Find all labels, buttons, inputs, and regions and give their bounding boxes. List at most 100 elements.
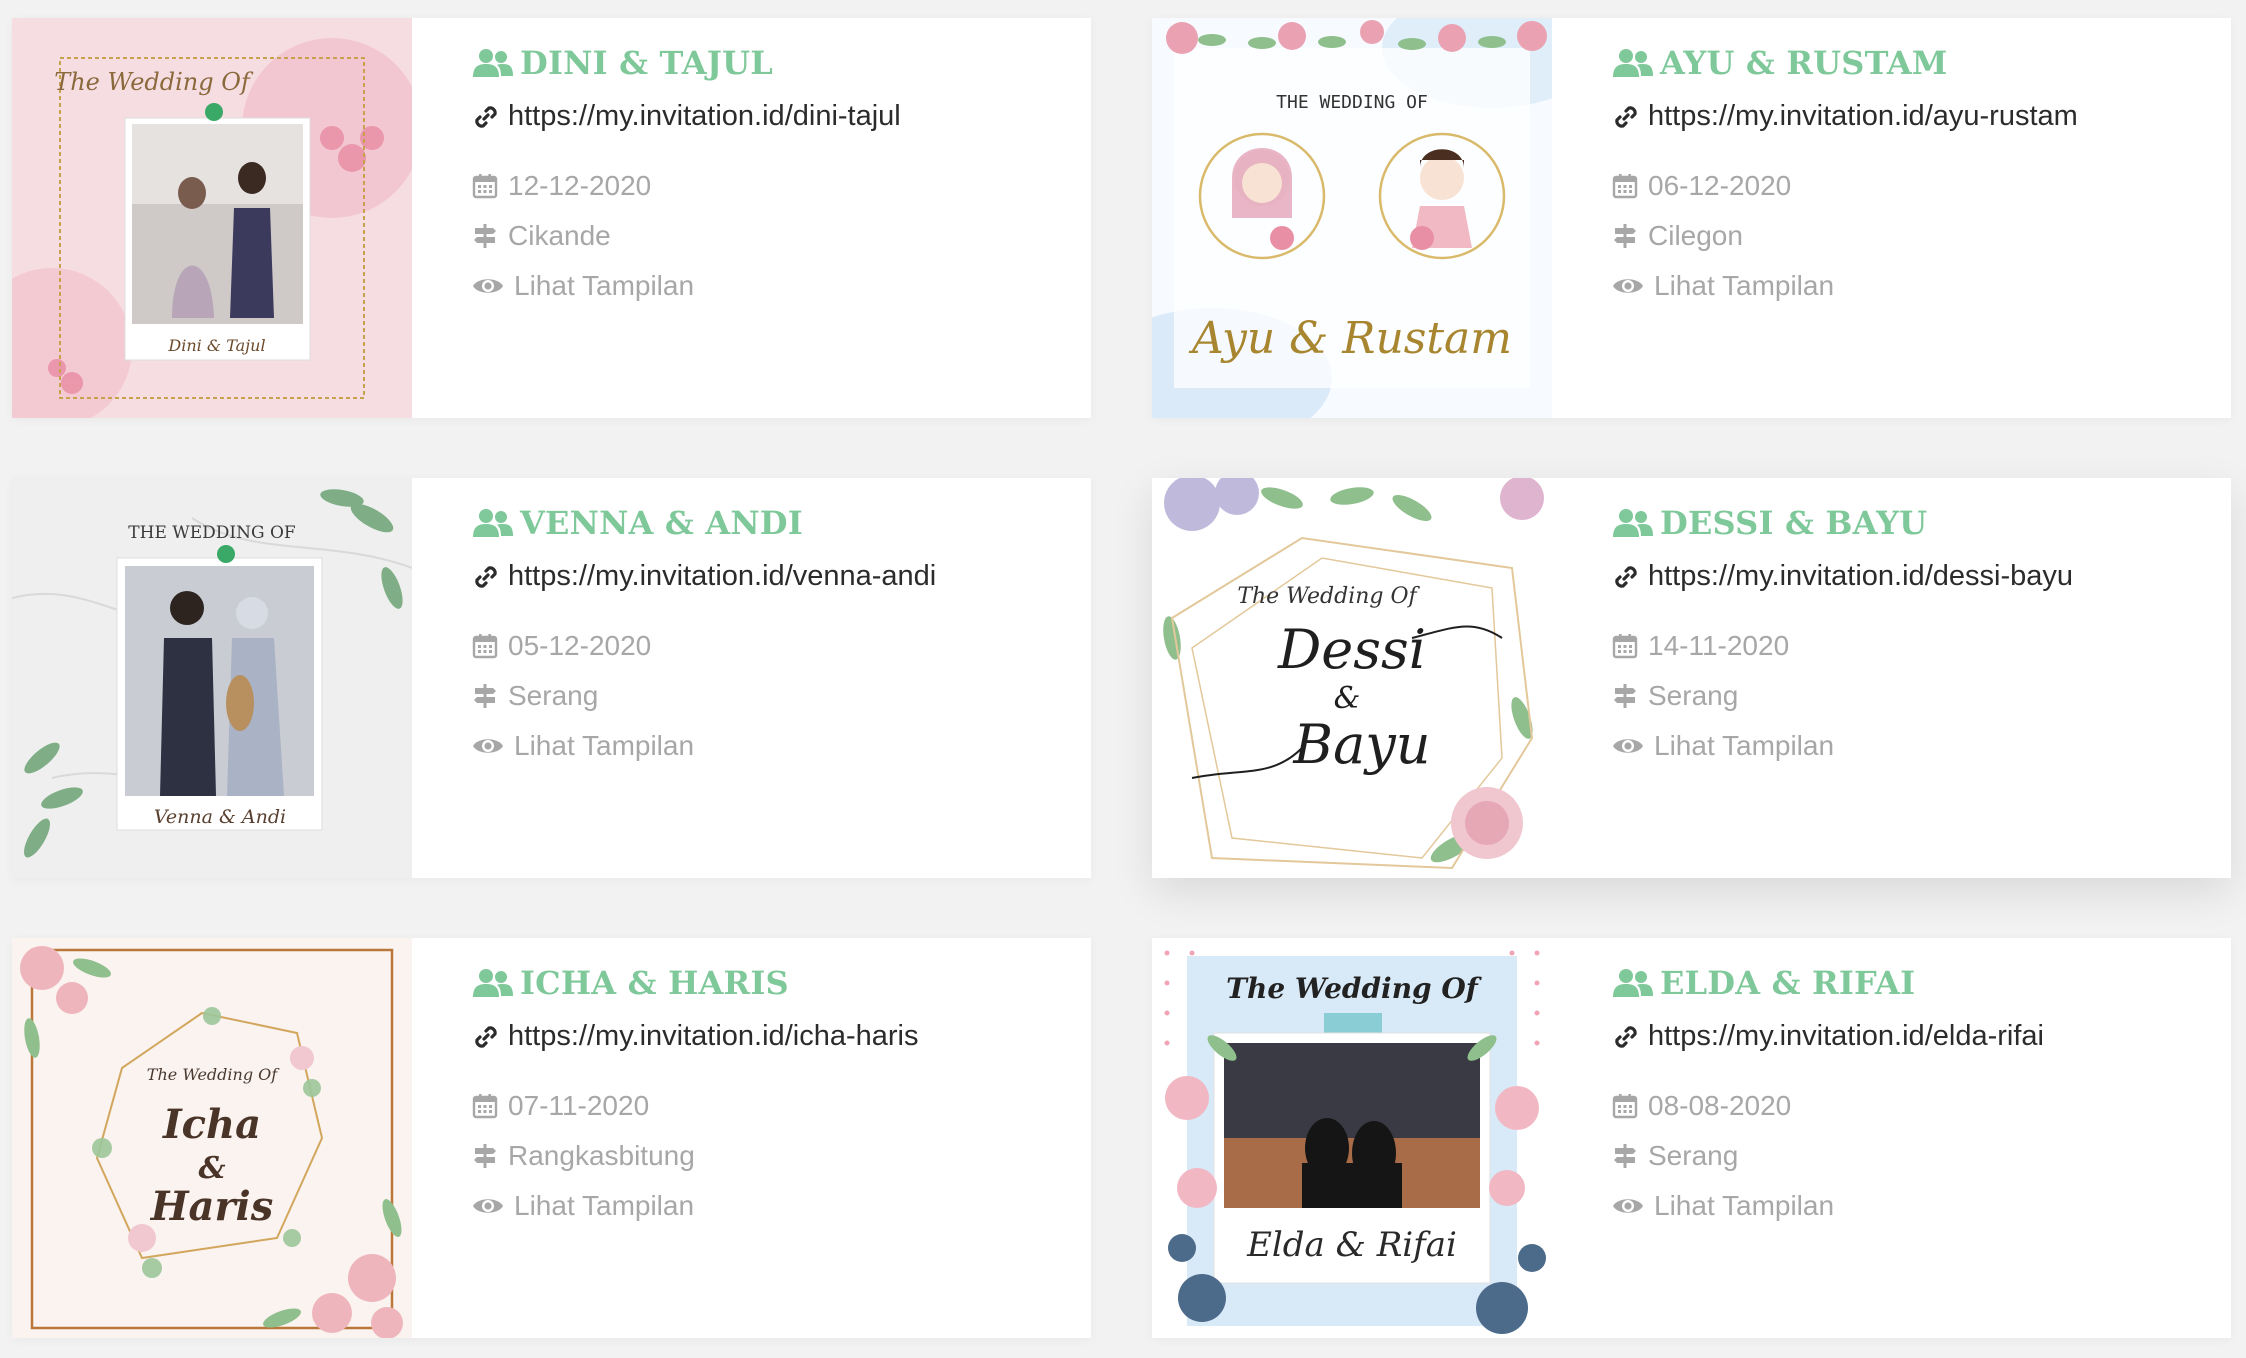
thumb-heading: THE WEDDING OF xyxy=(1276,92,1428,113)
view-preview-label[interactable]: Lihat Tampilan xyxy=(514,1190,694,1222)
view-preview-label[interactable]: Lihat Tampilan xyxy=(514,730,694,762)
couple-title: DINI & TAJUL xyxy=(472,44,773,82)
event-location: Serang xyxy=(1612,1140,1738,1172)
view-preview-link[interactable]: Lihat Tampilan xyxy=(472,1190,694,1222)
event-date-text: 05-12-2020 xyxy=(508,630,652,661)
signpost-icon xyxy=(1612,683,1638,709)
users-icon xyxy=(1612,508,1654,538)
view-preview-link[interactable]: Lihat Tampilan xyxy=(1612,730,1834,762)
view-preview-label[interactable]: Lihat Tampilan xyxy=(1654,730,1834,762)
invitation-link[interactable]: https://my.invitation.id/icha-haris xyxy=(472,1020,918,1053)
eye-icon xyxy=(1612,734,1644,758)
event-location: Serang xyxy=(472,680,598,712)
event-date: 05-12-2020 xyxy=(472,630,651,662)
calendar-icon xyxy=(472,633,498,659)
eye-icon xyxy=(1612,274,1644,298)
thumb-ampersand: & xyxy=(1334,681,1361,716)
invitation-link[interactable]: https://my.invitation.id/dini-tajul xyxy=(472,100,901,133)
link-icon xyxy=(1612,103,1640,131)
event-location: Serang xyxy=(1612,680,1738,712)
calendar-icon xyxy=(1612,633,1638,659)
users-icon xyxy=(472,508,514,538)
event-location-text: Cikande xyxy=(508,220,611,251)
view-preview-link[interactable]: Lihat Tampilan xyxy=(1612,1190,1834,1222)
invitation-thumbnail[interactable]: The Wedding Of Dessi & Bayu xyxy=(1152,478,1552,878)
thumb-heading: The Wedding Of xyxy=(1226,972,1483,1005)
invitation-url[interactable]: https://my.invitation.id/elda-rifai xyxy=(1648,1020,2044,1053)
invitation-url[interactable]: https://my.invitation.id/dessi-bayu xyxy=(1648,560,2073,593)
eye-icon xyxy=(472,734,504,758)
signpost-icon xyxy=(472,683,498,709)
couple-title: ICHA & HARIS xyxy=(472,964,789,1002)
calendar-icon xyxy=(1612,173,1638,199)
invitation-link[interactable]: https://my.invitation.id/dessi-bayu xyxy=(1612,560,2073,593)
signpost-icon xyxy=(472,1143,498,1169)
event-location-text: Rangkasbitung xyxy=(508,1140,695,1171)
thumb-heading: The Wedding Of xyxy=(147,1065,280,1084)
view-preview-link[interactable]: Lihat Tampilan xyxy=(472,730,694,762)
thumb-caption: Ayu & Rustam xyxy=(1188,313,1512,364)
view-preview-label[interactable]: Lihat Tampilan xyxy=(1654,270,1834,302)
event-date-text: 07-11-2020 xyxy=(508,1090,650,1121)
users-icon xyxy=(1612,968,1654,998)
thumb-heading: The Wedding Of xyxy=(1237,584,1420,609)
view-preview-label[interactable]: Lihat Tampilan xyxy=(514,270,694,302)
link-icon xyxy=(1612,563,1640,591)
invitation-thumbnail[interactable]: The Wedding Of Elda & Rifai xyxy=(1152,938,1552,1338)
view-preview-label[interactable]: Lihat Tampilan xyxy=(1654,1190,1834,1222)
invitation-url[interactable]: https://my.invitation.id/dini-tajul xyxy=(508,100,901,133)
couple-title: VENNA & ANDI xyxy=(472,504,803,542)
link-icon xyxy=(472,563,500,591)
calendar-icon xyxy=(472,1093,498,1119)
invitation-card: THE WEDDING OF Venna & Andi VENNA & ANDI… xyxy=(12,478,1091,878)
event-date: 12-12-2020 xyxy=(472,170,651,202)
users-icon xyxy=(472,968,514,998)
thumb-name-2: Haris xyxy=(150,1183,274,1230)
invitation-thumbnail[interactable]: THE WEDDING OF Ayu & Rustam xyxy=(1152,18,1552,418)
signpost-icon xyxy=(472,223,498,249)
invitation-grid: The Wedding Of Dini & Tajul DINI & TAJUL… xyxy=(0,0,2246,1358)
thumb-heading: THE WEDDING OF xyxy=(128,523,296,543)
event-location-text: Serang xyxy=(1648,1140,1739,1171)
invitation-thumbnail[interactable]: The Wedding Of Icha & Haris xyxy=(12,938,412,1338)
thumb-name-2: Bayu xyxy=(1292,713,1430,776)
link-icon xyxy=(472,1023,500,1051)
users-icon xyxy=(1612,48,1654,78)
invitation-link[interactable]: https://my.invitation.id/ayu-rustam xyxy=(1612,100,2078,133)
event-location: Rangkasbitung xyxy=(472,1140,695,1172)
thumb-name-1: Icha xyxy=(162,1101,261,1148)
thumb-caption: Elda & Rifai xyxy=(1246,1225,1457,1265)
thumb-caption: Venna & Andi xyxy=(154,806,286,828)
thumb-caption: Dini & Tajul xyxy=(167,336,265,355)
couple-title: ELDA & RIFAI xyxy=(1612,964,1915,1002)
invitation-thumbnail[interactable]: THE WEDDING OF Venna & Andi xyxy=(12,478,412,878)
invitation-link[interactable]: https://my.invitation.id/venna-andi xyxy=(472,560,936,593)
event-date: 08-08-2020 xyxy=(1612,1090,1791,1122)
thumb-name-1: Dessi xyxy=(1277,618,1426,681)
invitation-card: The Wedding Of Icha & Haris ICHA & HARIS… xyxy=(12,938,1091,1338)
event-date-text: 12-12-2020 xyxy=(508,170,652,201)
event-location-text: Serang xyxy=(1648,680,1739,711)
invitation-thumbnail[interactable]: The Wedding Of Dini & Tajul xyxy=(12,18,412,418)
invitation-url[interactable]: https://my.invitation.id/venna-andi xyxy=(508,560,936,593)
eye-icon xyxy=(472,1194,504,1218)
couple-names: AYU & RUSTAM xyxy=(1660,44,1948,82)
users-icon xyxy=(472,48,514,78)
thumb-heading: The Wedding Of xyxy=(54,68,254,96)
link-icon xyxy=(472,103,500,131)
invitation-url[interactable]: https://my.invitation.id/ayu-rustam xyxy=(1648,100,2078,133)
couple-names: DINI & TAJUL xyxy=(520,44,773,82)
event-location: Cilegon xyxy=(1612,220,1743,252)
view-preview-link[interactable]: Lihat Tampilan xyxy=(472,270,694,302)
signpost-icon xyxy=(1612,1143,1638,1169)
calendar-icon xyxy=(1612,1093,1638,1119)
event-date-text: 06-12-2020 xyxy=(1648,170,1792,201)
event-location-text: Cilegon xyxy=(1648,220,1743,251)
signpost-icon xyxy=(1612,223,1638,249)
view-preview-link[interactable]: Lihat Tampilan xyxy=(1612,270,1834,302)
invitation-link[interactable]: https://my.invitation.id/elda-rifai xyxy=(1612,1020,2044,1053)
couple-title: AYU & RUSTAM xyxy=(1612,44,1947,82)
link-icon xyxy=(1612,1023,1640,1051)
invitation-card: THE WEDDING OF Ayu & Rustam AYU & RUSTAM xyxy=(1152,18,2231,418)
invitation-url[interactable]: https://my.invitation.id/icha-haris xyxy=(508,1020,918,1053)
